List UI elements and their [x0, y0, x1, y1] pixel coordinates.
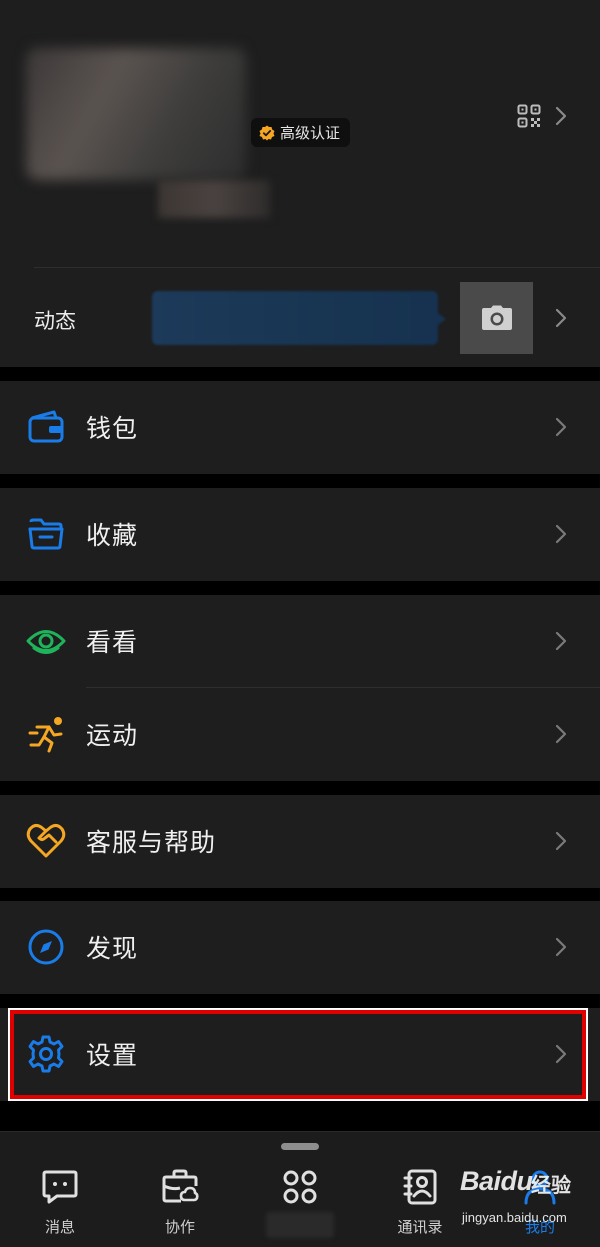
tab-collab[interactable]: 协作 — [130, 1168, 230, 1237]
menu-item-discover[interactable]: 发现 — [0, 901, 600, 993]
chevron-right-icon — [555, 937, 567, 957]
support-section: 客服与帮助 — [0, 795, 600, 888]
folder-icon — [26, 514, 66, 554]
tab-messages[interactable]: 消息 — [10, 1168, 110, 1237]
compass-icon — [26, 927, 66, 967]
watermark-url: jingyan.baidu.com — [462, 1210, 567, 1225]
contacts-book-icon — [403, 1169, 437, 1205]
baidu-watermark: Baidu 经验 jingyan.baidu.com — [460, 1166, 600, 1238]
tab-collab-label: 协作 — [164, 1218, 195, 1236]
chevron-right-icon — [555, 831, 567, 851]
tab-contacts[interactable]: 通讯录 — [370, 1168, 470, 1237]
support-label: 客服与帮助 — [86, 828, 217, 857]
heart-handshake-icon — [26, 821, 66, 861]
user-name-blurred — [158, 180, 270, 218]
favorites-section: 收藏 — [0, 488, 600, 581]
eye-icon — [26, 621, 66, 661]
highlight-box — [8, 1008, 588, 1101]
wallet-icon — [26, 407, 66, 447]
tab-workbench[interactable] — [250, 1168, 350, 1206]
moments-preview-blurred[interactable] — [152, 291, 446, 345]
wallet-label: 钱包 — [86, 414, 139, 443]
chevron-right-icon — [555, 106, 567, 126]
moments-camera-button[interactable] — [460, 282, 533, 354]
menu-item-favorites[interactable]: 收藏 — [0, 488, 600, 580]
watermark-subtitle: 经验 — [531, 1173, 571, 1197]
discover-label: 发现 — [86, 934, 139, 963]
menu-item-support[interactable]: 客服与帮助 — [0, 795, 600, 887]
favorites-label: 收藏 — [86, 521, 139, 550]
sports-label: 运动 — [86, 721, 139, 750]
verified-check-icon — [259, 125, 275, 140]
chat-bubble-icon — [42, 1170, 78, 1204]
apps-grid-icon — [283, 1170, 317, 1204]
watermark-logo: Baidu — [460, 1166, 533, 1196]
running-icon — [26, 714, 66, 754]
chevron-right-icon — [555, 308, 567, 328]
home-indicator — [281, 1143, 319, 1150]
chevron-right-icon — [555, 417, 567, 437]
camera-icon — [481, 305, 512, 330]
kankan-label: 看看 — [86, 628, 139, 657]
briefcase-icon — [162, 1169, 199, 1203]
menu-item-wallet[interactable]: 钱包 — [0, 381, 600, 473]
tab-contacts-label: 通讯录 — [397, 1218, 443, 1236]
chevron-right-icon — [555, 524, 567, 544]
menu-item-kankan[interactable]: 看看 — [0, 595, 600, 687]
chevron-right-icon — [555, 631, 567, 651]
profile-card[interactable]: 高级认证 动态 — [0, 0, 600, 367]
badge-label: 高级认证 — [280, 124, 341, 142]
menu-item-sports[interactable]: 运动 — [0, 688, 600, 780]
avatar[interactable] — [26, 48, 246, 180]
discover-section: 发现 — [0, 901, 600, 994]
blurred-label — [266, 1212, 334, 1238]
tab-messages-label: 消息 — [44, 1218, 75, 1236]
qr-code-icon[interactable] — [517, 104, 541, 128]
verification-badge[interactable]: 高级认证 — [251, 118, 351, 147]
kankan-sports-section: 看看 运动 — [0, 595, 600, 781]
divider — [34, 267, 600, 268]
wallet-section: 钱包 — [0, 381, 600, 474]
chevron-right-icon — [555, 724, 567, 744]
moments-label[interactable]: 动态 — [34, 305, 76, 335]
